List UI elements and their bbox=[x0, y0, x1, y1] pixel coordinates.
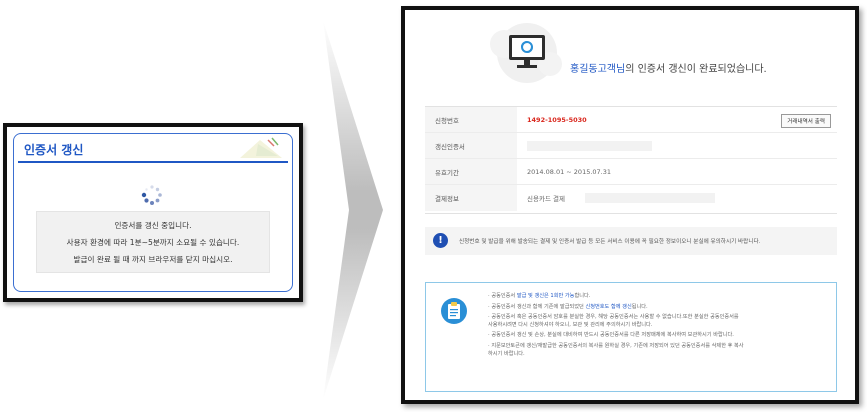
notice-text: 신청번호 및 발급을 위해 발송되는 결제 및 인증서 발급 등 모든 서비스 … bbox=[459, 239, 761, 245]
application-number: 1492-1095-5030 bbox=[527, 115, 587, 124]
monitor-refresh-icon bbox=[490, 23, 562, 83]
row-label: 신청번호 bbox=[425, 107, 517, 132]
row-label: 유효기간 bbox=[425, 159, 517, 184]
dialog-title: 인증서 갱신 bbox=[24, 143, 84, 157]
guide-list: 공동인증서 발급 및 갱신은 1회만 가능합니다. 공동인증서 갱신과 함께 기… bbox=[488, 293, 744, 361]
arrow-right-icon bbox=[323, 20, 383, 400]
progress-message-line: 발급이 완료 될 때 까지 브라우저를 닫지 마십시오. bbox=[73, 254, 233, 264]
progress-message-box: 인증서를 갱신 중입니다. 사용자 환경에 따라 1분~5분까지 소요될 수 있… bbox=[36, 211, 270, 273]
renewal-progress-dialog: 인증서 갱신 인증서를 갱신 중입니다. 사용자 환경에 따라 1분~5분까지 … bbox=[3, 123, 303, 302]
customer-name: 홍길동고객님 bbox=[570, 64, 626, 75]
table-row: 갱신인증서 bbox=[425, 133, 837, 159]
list-item: 공동인증서 혹은 공동인증서 암호를 분실한 경우, 해당 공동인증서는 사용할… bbox=[488, 314, 744, 329]
table-row: 결제정보 신용카드 결제 bbox=[425, 185, 837, 211]
list-item: 공동인증서 갱신과 함께 기존에 발급되었던 신청번호도 함께 갱신됩니다. bbox=[488, 304, 744, 312]
list-item: 공동인증서 갱신 및 손상, 분실에 대비하여 반드시 공동인증서를 다른 저장… bbox=[488, 332, 744, 340]
notice-bar: ! 신청번호 및 발급을 위해 발송되는 결제 및 인증서 발급 등 모든 서비… bbox=[425, 227, 837, 255]
exclamation-icon: ! bbox=[433, 233, 448, 248]
redacted-field bbox=[527, 141, 652, 151]
row-label: 갱신인증서 bbox=[425, 133, 517, 158]
progress-message-line: 인증서를 갱신 중입니다. bbox=[114, 220, 192, 230]
list-item: 지문보안토큰에 갱신/재발급한 공동인증서의 복사를 원하실 경우, 기존에 저… bbox=[488, 343, 744, 358]
completion-message: 홍길동고객님의 인증서 갱신이 완료되었습니다. bbox=[570, 60, 767, 75]
table-row: 유효기간 2014.08.01 ~ 2015.07.31 bbox=[425, 159, 837, 185]
document-icon bbox=[441, 298, 467, 324]
payment-info: 신용카드 결제 bbox=[527, 195, 565, 203]
guide-box: 공동인증서 발급 및 갱신은 1회만 가능합니다. 공동인증서 갱신과 함께 기… bbox=[425, 282, 837, 392]
progress-message-line: 사용자 환경에 따라 1분~5분까지 소요될 수 있습니다. bbox=[66, 237, 240, 247]
row-label: 결제정보 bbox=[425, 185, 517, 211]
decoration-icon bbox=[240, 137, 282, 158]
list-item: 공동인증서 발급 및 갱신은 1회만 가능합니다. bbox=[488, 293, 744, 301]
validity-period: 2014.08.01 ~ 2015.07.31 bbox=[527, 167, 612, 176]
completion-text: 의 인증서 갱신이 완료되었습니다. bbox=[625, 64, 767, 75]
certificate-info-table: 신청번호 1492-1095-5030 거래내역서 출력 갱신인증서 유효기간 … bbox=[425, 106, 837, 214]
dialog-inner: 인증서 갱신 인증서를 갱신 중입니다. 사용자 환경에 따라 1분~5분까지 … bbox=[13, 133, 293, 292]
redacted-field bbox=[585, 193, 715, 203]
title-underline bbox=[18, 161, 288, 163]
loading-spinner-icon bbox=[141, 185, 162, 205]
table-row: 신청번호 1492-1095-5030 거래내역서 출력 bbox=[425, 107, 837, 133]
print-transaction-button[interactable]: 거래내역서 출력 bbox=[781, 114, 831, 128]
